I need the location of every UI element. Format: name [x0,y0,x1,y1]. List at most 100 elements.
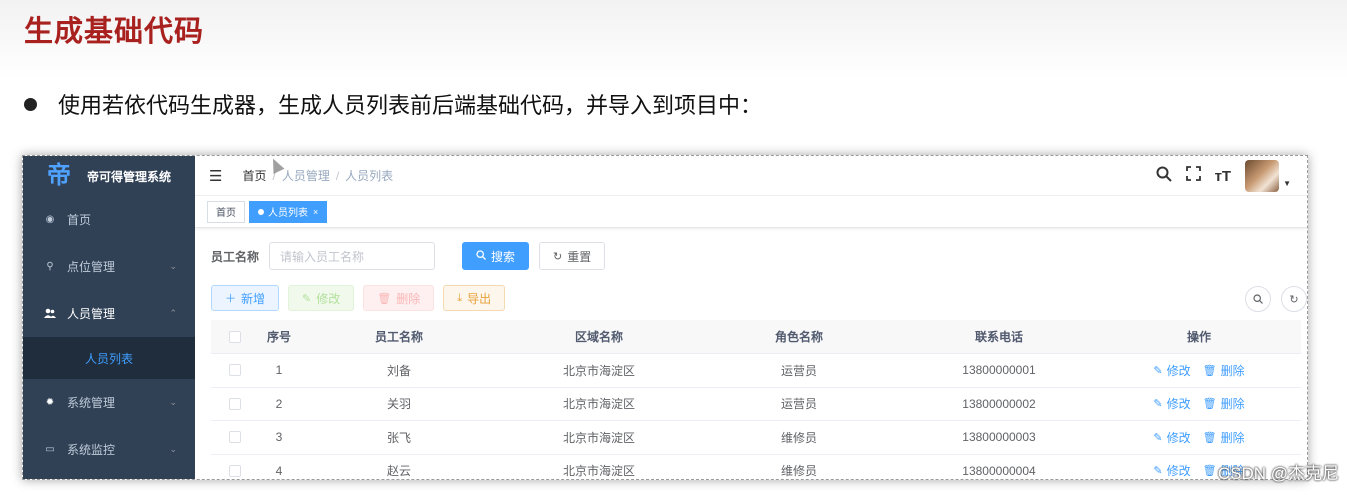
chevron-down-icon: ⌄ [169,261,177,271]
chevron-down-icon: ⌄ [169,397,177,407]
breadcrumb-home[interactable]: 首页 [242,167,266,184]
row-edit-link[interactable]: ✎ 修改 [1153,395,1190,412]
sidebar-item-home[interactable]: ◉ 首页 [23,196,195,243]
download-icon: ⤓ [457,291,463,304]
sidebar-item-label: 首页 [67,213,92,227]
search-button-label: 搜索 [491,249,516,264]
header-role: 角色名称 [774,330,823,344]
location-icon: ⚲ [46,261,54,272]
trash-icon: 🗑 [1202,431,1217,444]
row-delete-link[interactable]: 🗑 删除 [1203,362,1245,379]
main-content: ☰ 首页 / 人员管理 / 人员列表 тT ▼ 首页 人员列表 × 员工名称 请… [195,156,1307,479]
edit-button[interactable]: ✎ 修改 [288,285,355,311]
select-all-checkbox[interactable] [211,330,259,343]
row-checkbox[interactable] [211,397,259,410]
sidebar-subitem-people-list[interactable]: 人员列表 [23,337,195,379]
edit-label: 修改 [1166,397,1191,412]
cell-phone: 13800000001 [962,363,1036,378]
header-area: 区域名称 [574,330,623,344]
action-toolbar: ＋ 新增 ✎ 修改 🗑 删除 ⤓ 导出 [211,285,514,311]
delete-label: 删除 [1220,397,1245,412]
search-icon[interactable] [1156,166,1172,187]
delete-button[interactable]: 🗑 删除 [363,285,435,311]
sidebar-item-people[interactable]: 人员管理 ⌃ [23,290,195,337]
close-icon[interactable]: × [313,207,318,217]
row-delete-link[interactable]: 🗑 删除 [1203,395,1245,412]
cell-role: 运营员 [780,363,817,378]
cell-name: 张飞 [386,430,411,445]
cell-area: 北京市海淀区 [562,363,635,378]
table-header-row: 序号 员工名称 区域名称 角色名称 联系电话 操作 [211,320,1301,354]
cell-phone: 13800000003 [962,430,1036,445]
delete-label: 删除 [1220,430,1245,445]
sidebar-item-system[interactable]: ✹ 系统管理 ⌄ [23,379,195,426]
tag-people-list[interactable]: 人员列表 × [249,200,328,223]
navbar-tools: тT ▼ [1142,160,1291,192]
sidebar-item-monitor[interactable]: ▭ 系统监控 ⌄ [23,426,195,473]
search-form: 员工名称 请输入员工名称 搜索 ↻ 重置 [211,242,606,270]
monitor-icon: ▭ [45,444,55,455]
row-checkbox[interactable] [211,431,259,444]
reset-button[interactable]: ↻ 重置 [539,242,606,270]
cell-ops: ✎ 修改 🗑 删除 [1099,429,1299,446]
hamburger-icon[interactable]: ☰ [209,167,222,185]
edit-icon: ✎ [1153,431,1163,444]
edit-icon: ✎ [302,292,312,305]
cell-name: 刘备 [386,363,411,378]
cell-index: 2 [275,396,283,411]
row-delete-link[interactable]: 🗑 删除 [1203,429,1245,446]
font-size-icon[interactable]: тT [1215,168,1232,185]
cell-index: 1 [275,363,283,378]
delete-button-label: 删除 [396,291,421,306]
table-row: 1 刘备 北京市海淀区 运营员 13800000001 ✎ 修改 🗑 删除 [211,354,1301,388]
sidebar-item-location[interactable]: ⚲ 点位管理 ⌄ [23,243,195,290]
people-table: 序号 员工名称 区域名称 角色名称 联系电话 操作 1 刘备 北京市海淀区 运营… [211,320,1301,479]
edit-icon: ✎ [1153,364,1163,377]
row-edit-link[interactable]: ✎ 修改 [1153,362,1190,379]
chevron-up-icon: ⌃ [169,308,177,318]
avatar[interactable] [1245,160,1280,192]
row-edit-link[interactable]: ✎ 修改 [1153,429,1190,446]
sidebar: 帝 帝可得管理系统 ◉ 首页 ⚲ 点位管理 ⌄ 人员管理 ⌃ 人员列表 ✹ 系统… [23,156,195,479]
cell-name: 关羽 [386,397,411,412]
app-name: 帝可得管理系统 [87,169,172,184]
cell-index: 4 [275,463,283,478]
sidebar-logo[interactable]: 帝 帝可得管理系统 [23,156,195,196]
header-phone: 联系电话 [974,330,1023,344]
header-ops: 操作 [1186,330,1211,344]
add-button[interactable]: ＋ 新增 [211,285,280,311]
logo-icon: 帝 [47,162,71,189]
search-icon [476,249,486,263]
header-index: 序号 [266,330,291,344]
tag-home[interactable]: 首页 [207,200,245,223]
fullscreen-icon[interactable] [1185,166,1201,186]
delete-label: 删除 [1220,363,1245,378]
cell-phone: 13800000004 [962,463,1036,478]
table-row: 3 张飞 北京市海淀区 维修员 13800000003 ✎ 修改 🗑 删除 [211,421,1301,455]
gear-icon: ✹ [45,397,55,408]
cell-role: 维修员 [780,464,817,479]
search-icon [1253,294,1263,304]
search-button[interactable]: 搜索 [462,242,530,270]
edit-label: 修改 [1166,464,1191,479]
row-edit-link[interactable]: ✎ 修改 [1153,462,1190,479]
export-button-label: 导出 [467,291,492,306]
employee-name-input[interactable]: 请输入员工名称 [269,242,436,270]
breadcrumb-current: 人员列表 [345,169,394,183]
slide-title: 生成基础代码 [24,16,205,48]
trash-icon: 🗑 [1202,364,1217,377]
bullet-point: 使用若依代码生成器，生成人员列表前后端基础代码，并导入到项目中： [24,88,762,120]
row-checkbox[interactable] [211,364,259,377]
caret-down-icon[interactable]: ▼ [1283,179,1291,188]
refresh-button[interactable]: ↻ [1281,286,1307,312]
export-button[interactable]: ⤓ 导出 [443,285,506,311]
tags-view: 首页 人员列表 × [195,196,1307,228]
plus-icon: ＋ [225,293,236,305]
breadcrumb-people: 人员管理 [281,169,330,183]
breadcrumb-separator: / [335,168,340,183]
cell-ops: ✎ 修改 🗑 删除 [1099,395,1299,412]
sidebar-item-label: 点位管理 [67,260,116,274]
row-checkbox[interactable] [211,464,259,477]
toggle-search-button[interactable] [1245,286,1271,312]
edit-button-label: 修改 [316,291,341,306]
